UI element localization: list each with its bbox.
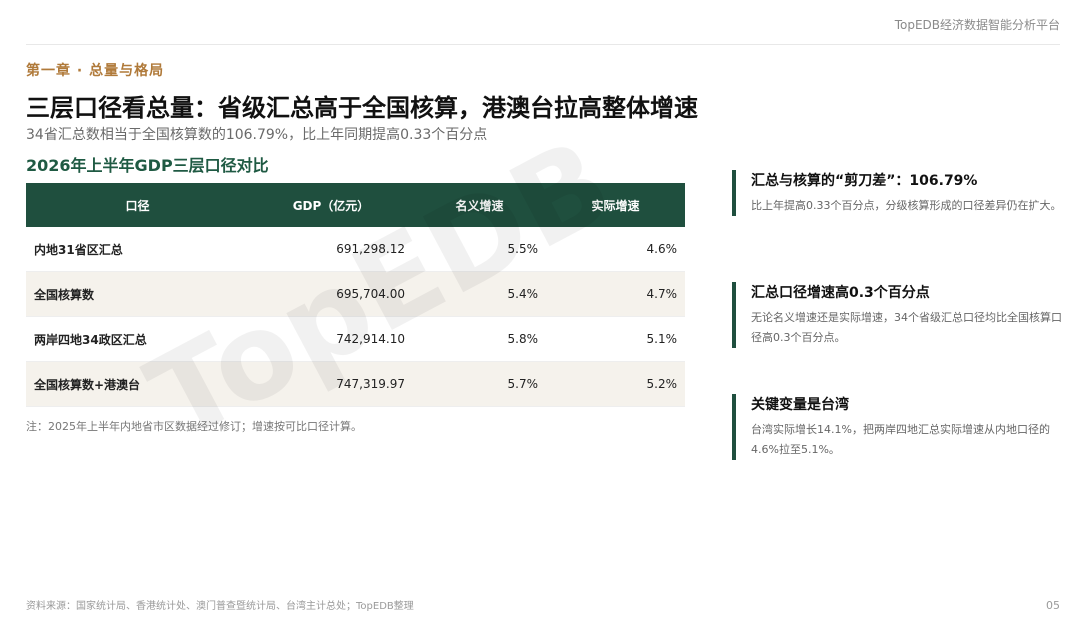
table-note: 注：2025年上半年内地省市区数据经过修订；增速按可比口径计算。 <box>26 420 362 433</box>
row-gdp: 742,914.10 <box>249 316 413 362</box>
insight-card: 关键变量是台湾 台湾实际增长14.1%，把两岸四地汇总实际增速从内地口径的4.6… <box>732 394 1062 460</box>
row-name: 全国核算数+港澳台 <box>26 361 249 407</box>
insight-body: 比上年提高0.33个百分点，分级核算形成的口径差异仍在扩大。 <box>751 199 1062 212</box>
table-row: 两岸四地34政区汇总 742,914.10 5.8% 5.1% <box>26 316 685 362</box>
row-real: 4.7% <box>546 271 685 317</box>
brand-label: TopEDB经济数据智能分析平台 <box>894 18 1060 32</box>
table-title: 2026年上半年GDP三层口径对比 <box>26 156 269 175</box>
insight-body: 台湾实际增长14.1%，把两岸四地汇总实际增速从内地口径的4.6%拉至5.1%。 <box>751 423 1050 456</box>
row-nominal: 5.7% <box>413 361 546 407</box>
insight-title: 汇总与核算的“剪刀差”：106.79% <box>751 173 978 189</box>
page-title: 三层口径看总量：省级汇总高于全国核算，港澳台拉高整体增速 <box>26 94 698 122</box>
gdp-comparison-table: 口径 GDP（亿元） 名义增速 实际增速 内地31省区汇总 691,298.12… <box>26 183 685 407</box>
chapter-label: 第一章 · 总量与格局 <box>26 63 165 79</box>
row-name: 两岸四地34政区汇总 <box>26 316 249 362</box>
table-row: 全国核算数 695,704.00 5.4% 4.7% <box>26 271 685 317</box>
row-nominal: 5.4% <box>413 271 546 317</box>
header-nominal-growth: 名义增速 <box>413 183 546 227</box>
row-nominal: 5.5% <box>413 227 546 272</box>
table-header-row: 口径 GDP（亿元） 名义增速 实际增速 <box>26 183 685 227</box>
page-subtitle: 34省汇总数相当于全国核算数的106.79%，比上年同期提高0.33个百分点 <box>26 127 488 143</box>
table-row: 全国核算数+港澳台 747,319.97 5.7% 5.2% <box>26 361 685 407</box>
row-gdp: 691,298.12 <box>249 227 413 272</box>
row-real: 5.1% <box>546 316 685 362</box>
insight-title: 关键变量是台湾 <box>751 397 849 413</box>
row-gdp: 747,319.97 <box>249 361 413 407</box>
row-name: 全国核算数 <box>26 271 249 317</box>
row-real: 4.6% <box>546 227 685 272</box>
row-gdp: 695,704.00 <box>249 271 413 317</box>
row-nominal: 5.8% <box>413 316 546 362</box>
header-caliber: 口径 <box>26 183 249 227</box>
insight-title: 汇总口径增速高0.3个百分点 <box>751 285 930 301</box>
header-divider <box>26 44 1060 45</box>
table-row: 内地31省区汇总 691,298.12 5.5% 4.6% <box>26 227 685 272</box>
header-real-growth: 实际增速 <box>546 183 685 227</box>
insight-body: 无论名义增速还是实际增速，34个省级汇总口径均比全国核算口径高0.3个百分点。 <box>751 311 1062 344</box>
source-note: 资料来源：国家统计局、香港统计处、澳门普查暨统计局、台湾主计总处；TopEDB整… <box>26 601 414 612</box>
header-gdp: GDP（亿元） <box>249 183 413 227</box>
row-real: 5.2% <box>546 361 685 407</box>
page-number: 05 <box>1046 599 1060 612</box>
insight-card: 汇总口径增速高0.3个百分点 无论名义增速还是实际增速，34个省级汇总口径均比全… <box>732 282 1062 348</box>
insight-card: 汇总与核算的“剪刀差”：106.79% 比上年提高0.33个百分点，分级核算形成… <box>732 170 1062 216</box>
row-name: 内地31省区汇总 <box>26 227 249 272</box>
